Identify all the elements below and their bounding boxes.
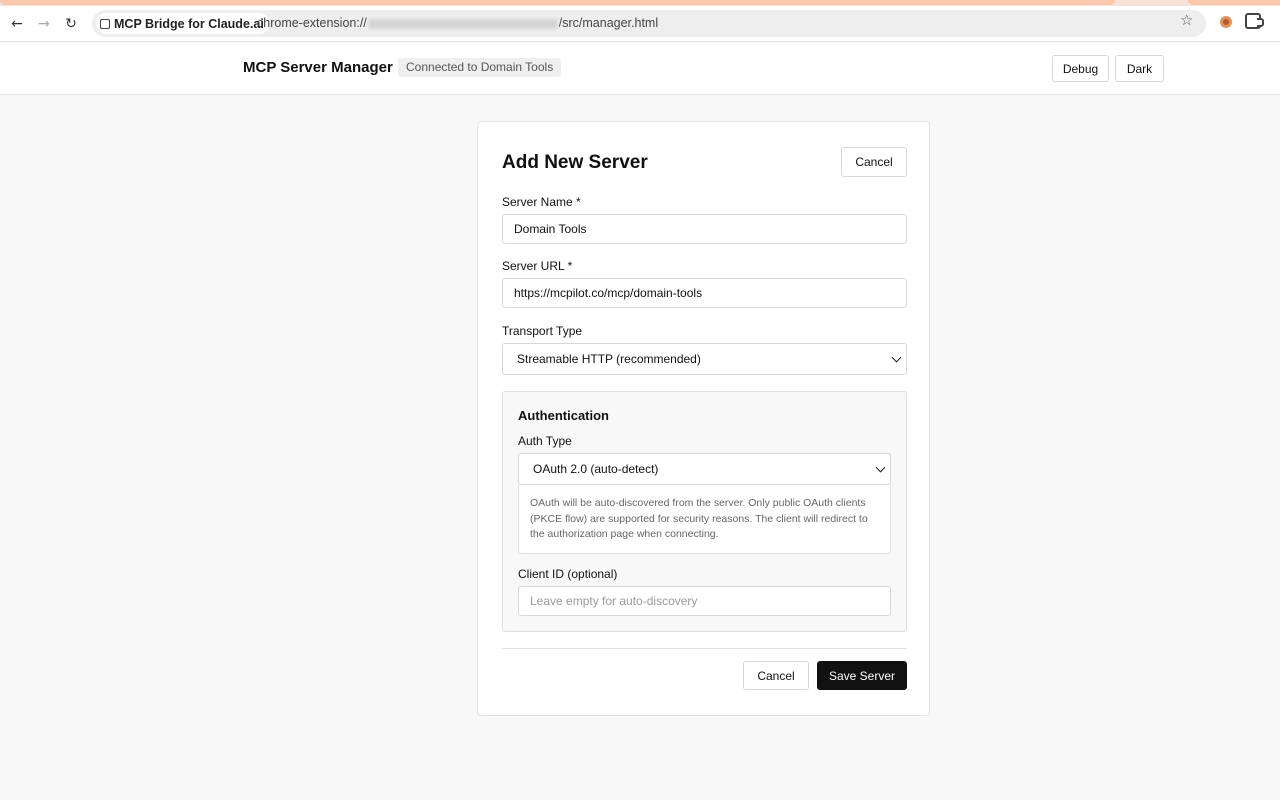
- tab-highlight: [1188, 0, 1280, 5]
- app-title: MCP Server Manager: [243, 59, 393, 76]
- reload-icon[interactable]: ↻: [59, 12, 83, 36]
- puzzle-icon[interactable]: [1245, 13, 1264, 29]
- star-icon[interactable]: ☆: [1180, 11, 1193, 29]
- server-name-input[interactable]: [502, 214, 907, 244]
- url-suffix: /src/manager.html: [558, 16, 659, 30]
- url-text: chrome-extension:// /src/manager.html: [257, 16, 658, 30]
- server-url-input[interactable]: [502, 278, 907, 308]
- transport-type-value: Streamable HTTP (recommended): [517, 352, 701, 366]
- server-name-label: Server Name *: [502, 195, 581, 209]
- dark-mode-button[interactable]: Dark: [1115, 55, 1164, 82]
- auth-type-value: OAuth 2.0 (auto-detect): [533, 462, 659, 476]
- add-server-card: Add New Server Cancel Server Name * Serv…: [477, 121, 930, 716]
- address-bar[interactable]: MCP Bridge for Claude.ai chrome-extensio…: [92, 10, 1206, 37]
- debug-button[interactable]: Debug: [1052, 55, 1109, 82]
- server-url-label: Server URL *: [502, 259, 573, 273]
- form-title: Add New Server: [502, 152, 648, 173]
- auth-type-label: Auth Type: [518, 434, 572, 448]
- cancel-button-top[interactable]: Cancel: [841, 147, 907, 177]
- authentication-section: Authentication Auth Type OAuth 2.0 (auto…: [502, 391, 907, 632]
- oauth-help-text: OAuth will be auto-discovered from the s…: [518, 485, 891, 554]
- client-id-input[interactable]: [518, 586, 891, 616]
- browser-toolbar: ← → ↻ MCP Bridge for Claude.ai chrome-ex…: [0, 6, 1280, 42]
- transport-type-label: Transport Type: [502, 324, 583, 338]
- site-info-chip[interactable]: MCP Bridge for Claude.ai: [96, 13, 270, 34]
- transport-type-select[interactable]: Streamable HTTP (recommended): [502, 343, 907, 375]
- client-id-label: Client ID (optional): [518, 567, 618, 581]
- redacted-extension-id: [367, 18, 558, 29]
- claude-extension-icon[interactable]: [1218, 14, 1234, 30]
- chevron-down-icon: [875, 462, 886, 473]
- extension-page-icon: [100, 18, 110, 29]
- save-server-button[interactable]: Save Server: [817, 661, 907, 690]
- authentication-title: Authentication: [518, 408, 609, 423]
- status-badge: Connected to Domain Tools: [398, 58, 562, 77]
- url-prefix: chrome-extension://: [257, 16, 367, 30]
- chevron-down-icon: [891, 352, 902, 363]
- cancel-button-bottom[interactable]: Cancel: [743, 661, 809, 690]
- forward-arrow-icon[interactable]: →: [32, 12, 56, 36]
- app-header: MCP Server Manager Connected to Domain T…: [0, 43, 1280, 95]
- footer-divider: [502, 648, 907, 649]
- active-tab-highlight: [0, 0, 1115, 5]
- auth-type-select[interactable]: OAuth 2.0 (auto-detect): [518, 453, 891, 485]
- tab-title: MCP Bridge for Claude.ai: [114, 16, 264, 31]
- back-arrow-icon[interactable]: ←: [5, 12, 29, 36]
